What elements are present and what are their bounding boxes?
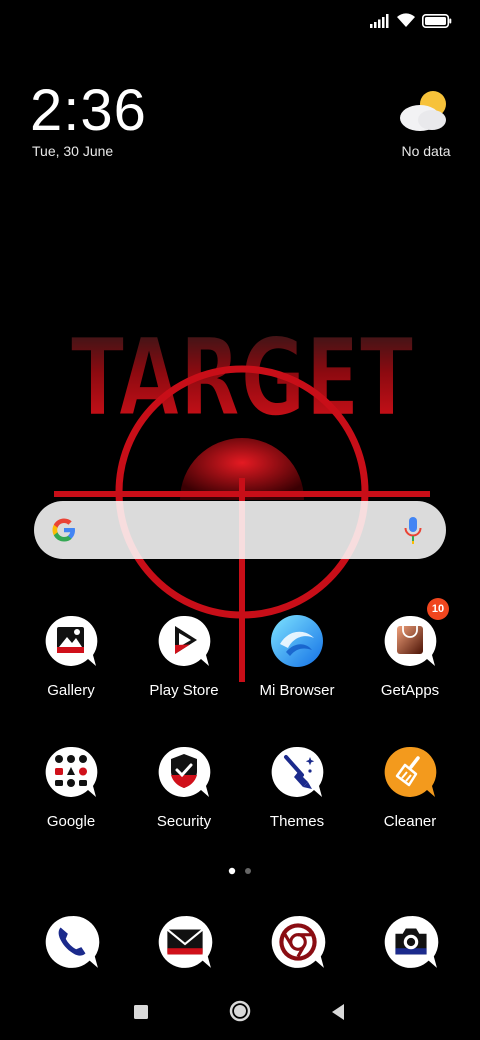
- page-dot-active: [228, 867, 236, 875]
- app-mi-browser[interactable]: Mi Browser: [241, 614, 353, 699]
- app-label: GetApps: [380, 682, 440, 699]
- google-folder-icon: [44, 745, 98, 799]
- chrome-icon: [271, 916, 326, 968]
- app-label: Cleaner: [383, 813, 437, 830]
- cleaner-icon: [383, 745, 437, 799]
- clock-time[interactable]: 2:36: [30, 78, 147, 144]
- wallpaper-title: TARGET: [71, 316, 414, 441]
- page-dot: [245, 868, 251, 874]
- signal-bars-icon: [370, 14, 389, 28]
- app-security[interactable]: Security: [128, 745, 240, 830]
- google-search-bar[interactable]: [34, 501, 446, 559]
- app-label: Google: [46, 813, 96, 830]
- app-label: Themes: [269, 813, 325, 830]
- messaging-icon: [158, 916, 213, 968]
- notification-badge: 10: [427, 598, 449, 620]
- wifi-icon: [397, 13, 415, 27]
- phone-icon: [45, 916, 100, 968]
- microphone-icon[interactable]: [402, 515, 424, 545]
- gallery-icon: [44, 614, 98, 668]
- themes-icon: [270, 745, 324, 799]
- google-g-icon[interactable]: [50, 516, 78, 544]
- navigation-bar: [0, 988, 480, 1040]
- recents-square-icon[interactable]: [133, 1004, 149, 1020]
- dock-camera[interactable]: [383, 914, 439, 970]
- dock-phone[interactable]: [44, 914, 100, 970]
- home-circle-icon[interactable]: [229, 1000, 251, 1022]
- app-getapps[interactable]: 10 GetApps: [354, 598, 466, 699]
- app-label: Mi Browser: [259, 682, 335, 699]
- camera-icon: [384, 916, 439, 968]
- app-gallery[interactable]: Gallery: [15, 614, 127, 699]
- app-themes[interactable]: Themes: [241, 745, 353, 830]
- dock-messaging[interactable]: [157, 914, 213, 970]
- app-label: Gallery: [47, 682, 95, 699]
- clock-date[interactable]: Tue, 30 June: [32, 143, 113, 159]
- back-triangle-icon[interactable]: [330, 1003, 346, 1021]
- play-store-icon: [157, 614, 211, 668]
- dock-chrome[interactable]: [270, 914, 326, 970]
- app-play-store[interactable]: Play Store: [128, 614, 240, 699]
- battery-full-icon: [422, 14, 452, 28]
- app-google-folder[interactable]: Google: [15, 745, 127, 830]
- getapps-icon: 10: [383, 598, 449, 668]
- mi-browser-icon: [270, 614, 324, 668]
- page-indicator[interactable]: [226, 866, 256, 876]
- security-icon: [157, 745, 211, 799]
- status-bar: [0, 0, 480, 40]
- partly-cloudy-icon[interactable]: [396, 88, 452, 134]
- app-label: Security: [156, 813, 212, 830]
- app-cleaner[interactable]: Cleaner: [354, 745, 466, 830]
- weather-status[interactable]: No data: [380, 143, 472, 159]
- app-label: Play Store: [149, 682, 219, 699]
